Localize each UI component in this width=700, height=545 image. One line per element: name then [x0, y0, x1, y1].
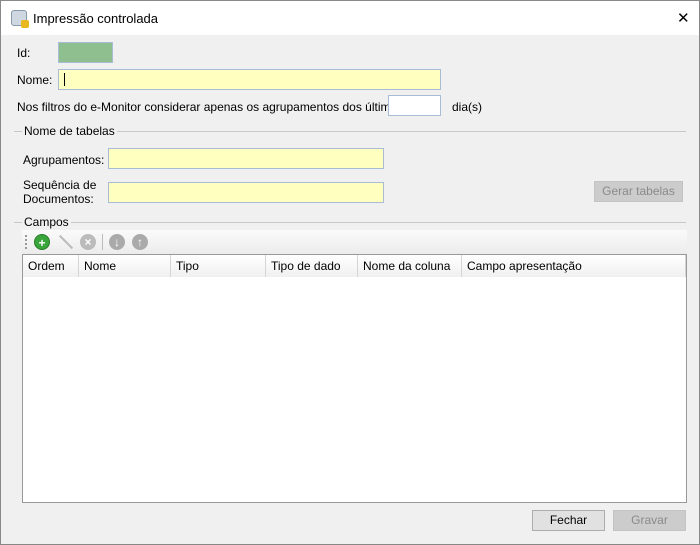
column-header-ordem[interactable]: Ordem [23, 255, 79, 277]
window-title: Impressão controlada [33, 11, 159, 26]
column-header-campo-apresentacao[interactable]: Campo apresentação [462, 255, 686, 277]
toolbar-grip [25, 235, 27, 249]
column-header-nome[interactable]: Nome [79, 255, 171, 277]
move-up-icon[interactable]: ↑ [132, 234, 148, 250]
id-label: Id: [17, 46, 31, 60]
column-header-tipo[interactable]: Tipo [171, 255, 266, 277]
sequencia-label-2: Documentos: [23, 192, 94, 206]
dialog-window: Impressão controlada ✕ Id: Nome: Nos fil… [0, 0, 700, 545]
gravar-button[interactable]: Gravar [613, 510, 686, 531]
sequencia-label-1: Sequência de [23, 178, 97, 192]
add-icon[interactable]: + [34, 234, 50, 250]
agrupamentos-label: Agrupamentos: [23, 153, 105, 167]
campos-toolbar: + × ↓ ↑ [22, 230, 687, 254]
id-field [58, 42, 113, 63]
campos-table: Ordem Nome Tipo Tipo de dado Nome da col… [22, 254, 687, 503]
nome-input[interactable] [58, 69, 441, 90]
toolbar-separator [102, 234, 103, 250]
days-unit-label: dia(s) [452, 100, 483, 114]
edit-icon[interactable] [58, 234, 74, 250]
title-bar: Impressão controlada ✕ [1, 1, 699, 35]
filter-text: Nos filtros do e-Monitor considerar apen… [17, 100, 404, 114]
app-icon [11, 10, 29, 28]
table-header: Ordem Nome Tipo Tipo de dado Nome da col… [23, 255, 686, 277]
column-header-tipo-de-dado[interactable]: Tipo de dado [266, 255, 358, 277]
fechar-button[interactable]: Fechar [532, 510, 605, 531]
agrupamentos-input[interactable] [108, 148, 384, 169]
campos-group-label: Campos [22, 215, 71, 229]
gerar-tabelas-button[interactable]: Gerar tabelas [594, 181, 683, 202]
campos-group-line [14, 222, 686, 223]
tabelas-group-label: Nome de tabelas [22, 124, 117, 138]
days-input[interactable] [388, 95, 441, 116]
nome-label: Nome: [17, 73, 53, 87]
move-down-icon[interactable]: ↓ [109, 234, 125, 250]
close-button[interactable]: ✕ [677, 9, 690, 27]
delete-icon[interactable]: × [80, 234, 96, 250]
column-header-nome-da-coluna[interactable]: Nome da coluna [358, 255, 462, 277]
sequencia-input[interactable] [108, 182, 384, 203]
